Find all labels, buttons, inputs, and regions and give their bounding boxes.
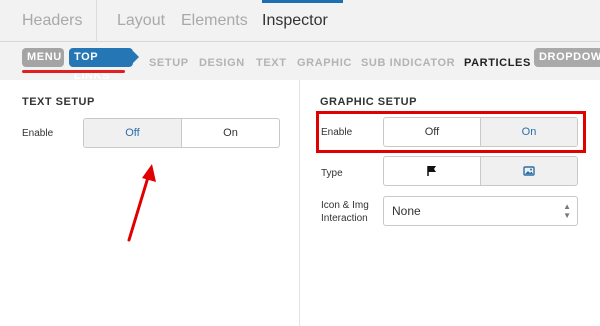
sub-tab-particles[interactable]: PARTICLES	[464, 57, 531, 69]
sub-tab-setup[interactable]: SETUP	[149, 57, 189, 69]
graphic-setup-title: GRAPHIC SETUP	[320, 96, 417, 108]
icon-interaction-select[interactable]: None ▲ ▼	[383, 196, 578, 226]
tab-divider	[96, 0, 97, 41]
flag-icon	[427, 166, 436, 177]
sub-tab-text[interactable]: TEXT	[256, 57, 287, 69]
text-setup-title: TEXT SETUP	[22, 96, 95, 108]
image-icon	[523, 166, 535, 176]
graphic-enable-on-button[interactable]: On	[481, 118, 577, 146]
sub-tab-sub-indicator[interactable]: SUB INDICATOR	[361, 57, 455, 69]
annotation-underline	[22, 70, 125, 73]
sub-tab-design[interactable]: DESIGN	[199, 57, 245, 69]
graphic-enable-toggle: Off On	[383, 117, 578, 147]
graphic-type-label: Type	[321, 168, 343, 179]
annotation-arrow-icon	[127, 164, 156, 242]
tab-elements[interactable]: Elements	[181, 0, 248, 41]
icon-interaction-label-line2: Interaction	[321, 213, 368, 224]
type-flag-button[interactable]	[384, 157, 481, 185]
icon-interaction-label: Icon & Img Interaction	[321, 199, 369, 225]
graphic-enable-off-button[interactable]: Off	[384, 118, 481, 146]
type-image-button[interactable]	[481, 157, 577, 185]
icon-interaction-label-line1: Icon & Img	[321, 200, 369, 211]
graphic-enable-label: Enable	[321, 127, 353, 138]
sub-tab-dropdown[interactable]: DROPDOWN	[534, 48, 600, 67]
text-enable-off-button[interactable]: Off	[84, 119, 182, 147]
tab-inspector[interactable]: Inspector	[262, 0, 328, 41]
sub-tab-top-links[interactable]: TOP LINKS	[69, 48, 139, 82]
select-chevron-icon: ▲ ▼	[563, 202, 571, 220]
text-enable-label: Enable	[22, 128, 54, 139]
sub-tab-graphic[interactable]: GRAPHIC	[297, 57, 352, 69]
sub-tab-menu[interactable]: MENU	[22, 48, 64, 67]
text-enable-on-button[interactable]: On	[182, 119, 279, 147]
text-enable-toggle: Off On	[83, 118, 280, 148]
tab-layout[interactable]: Layout	[117, 0, 165, 41]
tab-headers[interactable]: Headers	[22, 0, 82, 41]
icon-interaction-value: None	[392, 204, 421, 218]
active-tab-indicator	[262, 0, 343, 3]
graphic-type-toggle	[383, 156, 578, 186]
